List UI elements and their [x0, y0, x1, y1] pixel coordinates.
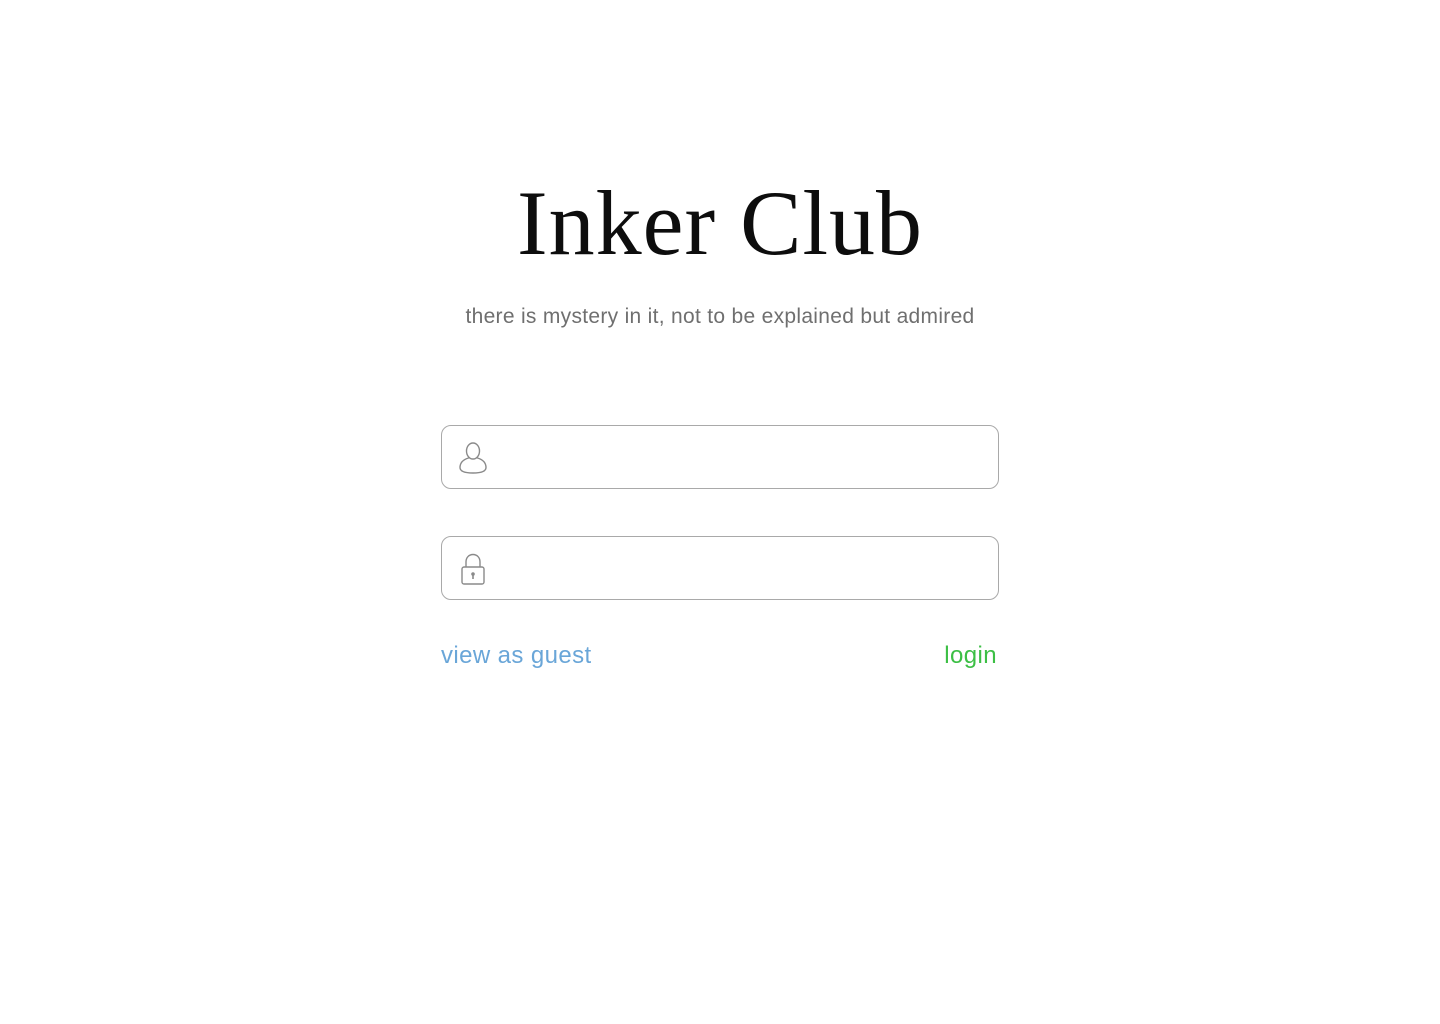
- view-as-guest-link[interactable]: view as guest: [441, 640, 592, 672]
- login-button[interactable]: login: [944, 640, 997, 672]
- password-input[interactable]: [506, 537, 986, 599]
- user-icon: [458, 441, 488, 475]
- app-tagline: there is mystery in it, not to be explai…: [465, 305, 975, 328]
- login-page: Inker Club there is mystery in it, not t…: [0, 0, 1440, 1024]
- username-field[interactable]: [441, 425, 999, 489]
- app-title: Inker Club: [516, 172, 924, 274]
- lock-icon: [458, 552, 488, 586]
- username-input[interactable]: [506, 426, 986, 488]
- password-field[interactable]: [441, 536, 999, 600]
